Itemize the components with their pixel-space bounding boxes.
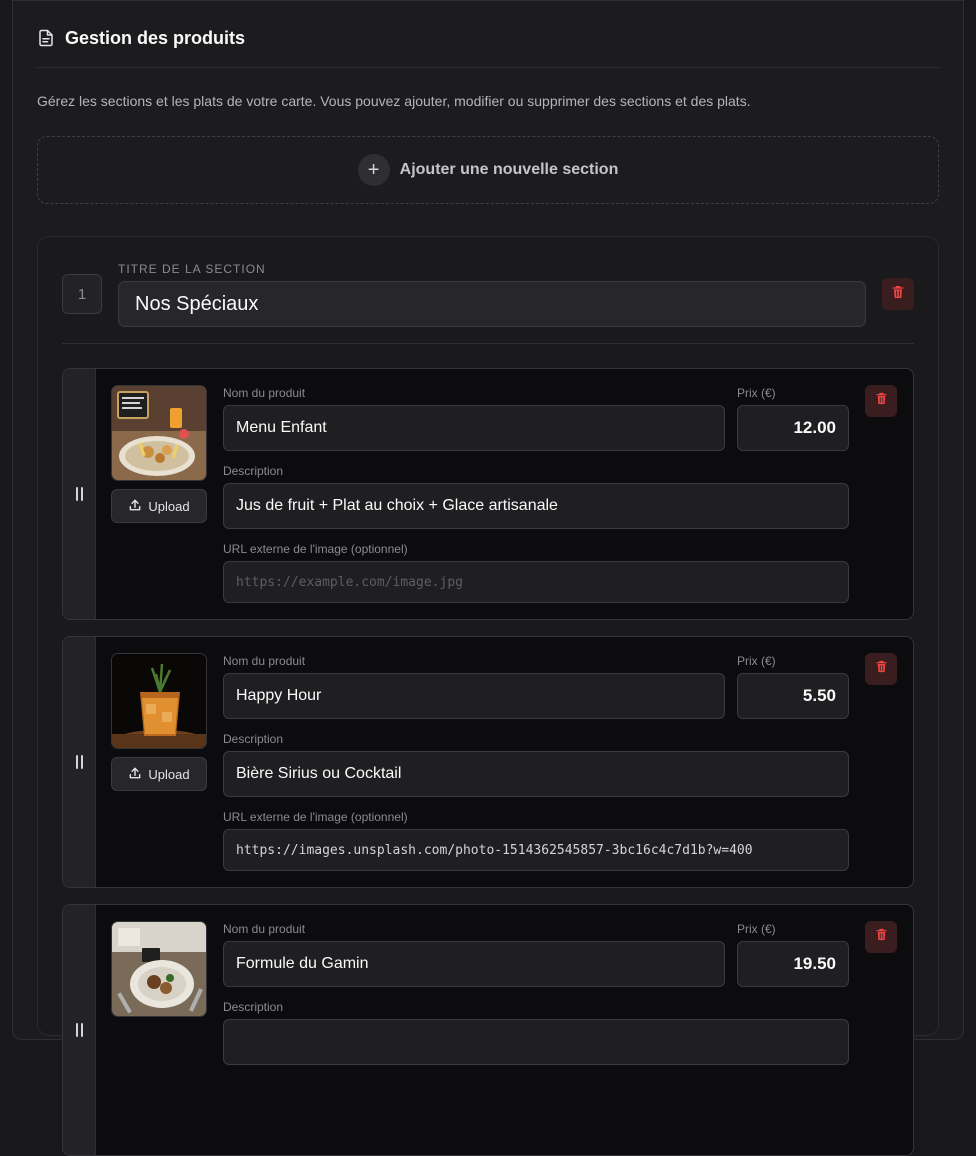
product-name-label: Nom du produit — [223, 654, 306, 668]
section-title-input[interactable]: Nos Spéciaux — [118, 281, 866, 327]
grip-icon — [75, 487, 83, 501]
product-url-label: URL externe de l'image (optionnel) — [223, 810, 408, 824]
drag-handle[interactable] — [63, 637, 96, 887]
upload-icon — [128, 766, 142, 783]
product-name-input[interactable]: Formule du Gamin — [223, 941, 725, 987]
section-number: 1 — [62, 274, 102, 314]
product-card: Upload Nom du produit Menu Enfant Prix (… — [62, 368, 914, 620]
product-url-label: URL externe de l'image (optionnel) — [223, 542, 408, 556]
upload-button[interactable]: Upload — [111, 757, 207, 791]
page-description: Gérez les sections et les plats de votre… — [37, 93, 751, 109]
product-price-label: Prix (€) — [737, 386, 776, 400]
product-image — [111, 921, 207, 1017]
product-price-input[interactable]: 19.50 — [737, 941, 849, 987]
product-card: Upload Nom du produit Happy Hour Prix (€… — [62, 636, 914, 888]
product-image — [111, 385, 207, 481]
trash-icon — [874, 659, 889, 679]
product-description-label: Description — [223, 1000, 284, 1014]
product-url-input[interactable]: https://images.unsplash.com/photo-151436… — [223, 829, 849, 871]
upload-label: Upload — [148, 766, 190, 782]
drag-handle[interactable] — [63, 369, 96, 619]
trash-icon — [874, 391, 889, 411]
product-image — [111, 653, 207, 749]
header-divider — [37, 67, 939, 68]
trash-icon — [874, 927, 889, 947]
upload-label: Upload — [148, 498, 190, 514]
delete-product-button[interactable] — [865, 385, 897, 417]
delete-section-button[interactable] — [882, 278, 914, 310]
product-description-label: Description — [223, 732, 284, 746]
product-price-label: Prix (€) — [737, 654, 776, 668]
upload-icon — [128, 498, 142, 515]
product-name-label: Nom du produit — [223, 386, 306, 400]
add-section-label: Ajouter une nouvelle section — [399, 161, 619, 178]
section-divider — [62, 343, 914, 344]
add-section-button[interactable]: + Ajouter une nouvelle section — [37, 136, 939, 204]
drag-handle[interactable] — [63, 905, 96, 1155]
product-price-input[interactable]: 12.00 — [737, 405, 849, 451]
product-description-label: Description — [223, 464, 284, 478]
document-icon — [37, 29, 55, 47]
grip-icon — [75, 755, 83, 769]
product-name-input[interactable]: Menu Enfant — [223, 405, 725, 451]
product-price-input[interactable]: 5.50 — [737, 673, 849, 719]
section-title-label: TITRE DE LA SECTION — [118, 262, 266, 276]
panel-header: Gestion des produits — [37, 24, 245, 52]
product-url-input[interactable]: https://example.com/image.jpg — [223, 561, 849, 603]
page-title: Gestion des produits — [65, 27, 246, 48]
product-description-input[interactable]: Jus de fruit + Plat au choix + Glace art… — [223, 483, 849, 529]
product-name-label: Nom du produit — [223, 922, 306, 936]
plus-icon: + — [357, 154, 390, 186]
upload-button[interactable]: Upload — [111, 489, 207, 523]
product-price-label: Prix (€) — [737, 922, 776, 936]
product-card: Nom du produit Formule du Gamin Prix (€)… — [62, 904, 914, 1156]
delete-product-button[interactable] — [865, 921, 897, 953]
product-description-input[interactable]: Bière Sirius ou Cocktail — [223, 751, 849, 797]
product-description-input[interactable] — [223, 1019, 849, 1065]
trash-icon — [890, 284, 906, 305]
grip-icon — [75, 1023, 83, 1037]
product-name-input[interactable]: Happy Hour — [223, 673, 725, 719]
delete-product-button[interactable] — [865, 653, 897, 685]
